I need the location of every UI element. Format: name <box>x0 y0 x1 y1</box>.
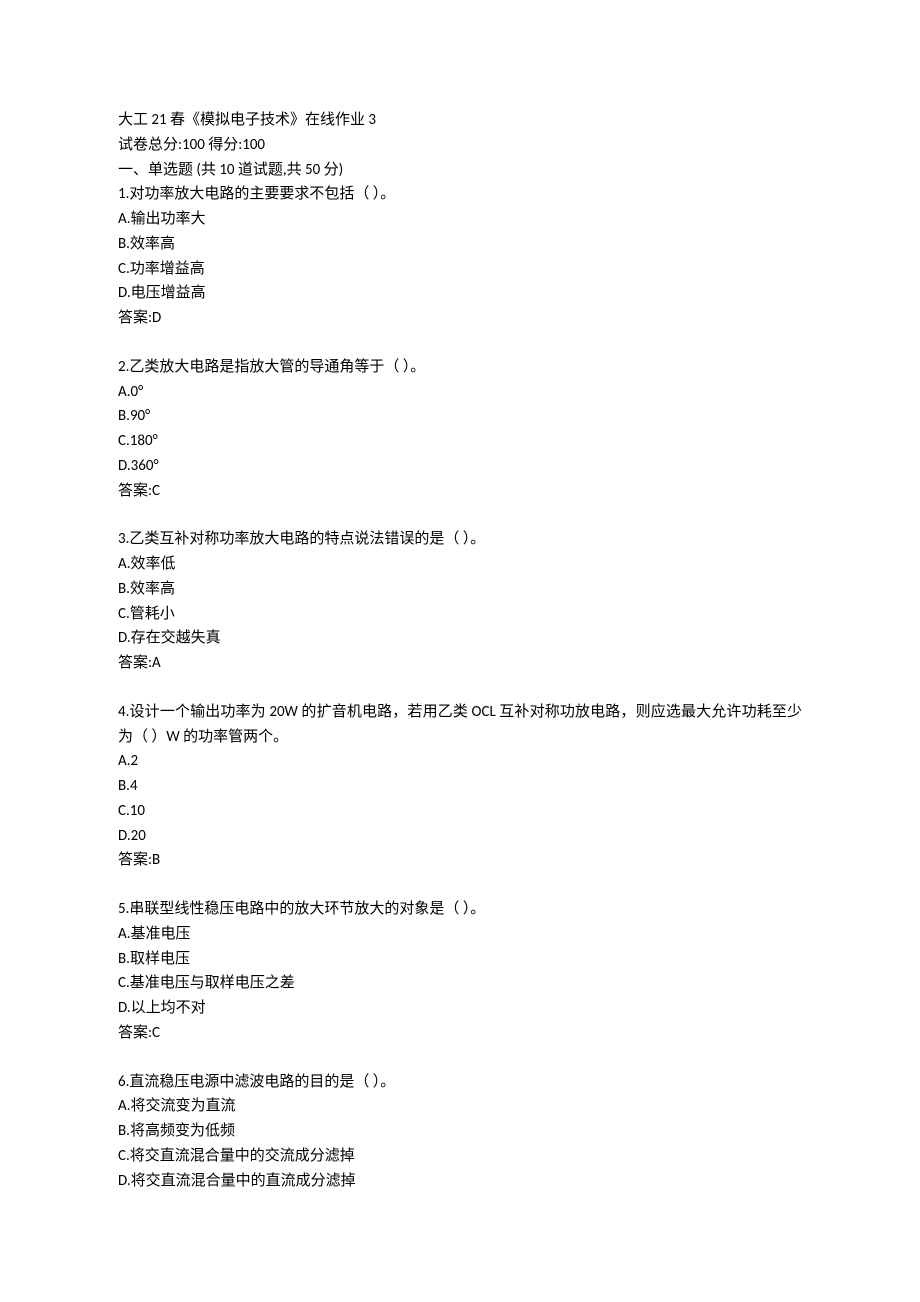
question-option: D.将交直流混合量中的直流成分滤掉 <box>118 1169 802 1194</box>
question-option: C.10 <box>118 799 802 824</box>
question-option: D.360° <box>118 454 802 479</box>
question-block: 3.乙类互补对称功率放大电路的特点说法错误的是（ ）。 A.效率低 B.效率高 … <box>118 527 802 676</box>
question-option: C.180° <box>118 429 802 454</box>
question-option: A.0° <box>118 380 802 405</box>
question-stem: 3.乙类互补对称功率放大电路的特点说法错误的是（ ）。 <box>118 527 802 552</box>
question-answer: 答案:C <box>118 479 802 504</box>
question-option: B.将高频变为低频 <box>118 1119 802 1144</box>
question-option: D.20 <box>118 824 802 849</box>
section-title: 一、单选题 (共 10 道试题,共 50 分) <box>118 158 802 183</box>
question-option: C.将交直流混合量中的交流成分滤掉 <box>118 1144 802 1169</box>
question-option: A.将交流变为直流 <box>118 1094 802 1119</box>
question-option: D.存在交越失真 <box>118 626 802 651</box>
: 6.直流稳压电源中滤波电路的目的是（ ）。 A.将交流变为直流 B.将高频变为低… <box>118 1070 802 1194</box>
question-option: D.以上均不对 <box>118 996 802 1021</box>
question-answer: 答案:B <box>118 848 802 873</box>
question-option: C.管耗小 <box>118 602 802 627</box>
question-option: B.取样电压 <box>118 947 802 972</box>
question-stem: 5.串联型线性稳压电路中的放大环节放大的对象是（ ）。 <box>118 897 802 922</box>
question-stem: 4.设计一个输出功率为 20W 的扩音机电路，若用乙类 OCL 互补对称功放电路… <box>118 700 802 750</box>
question-stem: 1.对功率放大电路的主要要求不包括（ ）。 <box>118 182 802 207</box>
score-line: 试卷总分:100 得分:100 <box>118 133 802 158</box>
exam-title: 大工 21 春《模拟电子技术》在线作业 3 <box>118 108 802 133</box>
question-option: A.2 <box>118 749 802 774</box>
question-option: A.基准电压 <box>118 922 802 947</box>
question-option: B.效率高 <box>118 577 802 602</box>
document-body: 大工 21 春《模拟电子技术》在线作业 3 试卷总分:100 得分:100 一、… <box>118 108 802 1193</box>
question-block: 2.乙类放大电路是指放大管的导通角等于（ ）。 A.0° B.90° C.180… <box>118 355 802 504</box>
question-option: A.输出功率大 <box>118 207 802 232</box>
question-option: C.基准电压与取样电压之差 <box>118 971 802 996</box>
question-answer: 答案:C <box>118 1021 802 1046</box>
question-option: A.效率低 <box>118 552 802 577</box>
question-answer: 答案:A <box>118 651 802 676</box>
question-stem: 6.直流稳压电源中滤波电路的目的是（ ）。 <box>118 1070 802 1095</box>
question-option: B.效率高 <box>118 232 802 257</box>
question-block: 5.串联型线性稳压电路中的放大环节放大的对象是（ ）。 A.基准电压 B.取样电… <box>118 897 802 1046</box>
question-option: B.4 <box>118 774 802 799</box>
question-option: B.90° <box>118 404 802 429</box>
question-option: C.功率增益高 <box>118 257 802 282</box>
question-answer: 答案:D <box>118 306 802 331</box>
question-stem: 2.乙类放大电路是指放大管的导通角等于（ ）。 <box>118 355 802 380</box>
question-block: 4.设计一个输出功率为 20W 的扩音机电路，若用乙类 OCL 互补对称功放电路… <box>118 700 802 873</box>
header-block: 大工 21 春《模拟电子技术》在线作业 3 试卷总分:100 得分:100 一、… <box>118 108 802 331</box>
question-option: D.电压增益高 <box>118 281 802 306</box>
